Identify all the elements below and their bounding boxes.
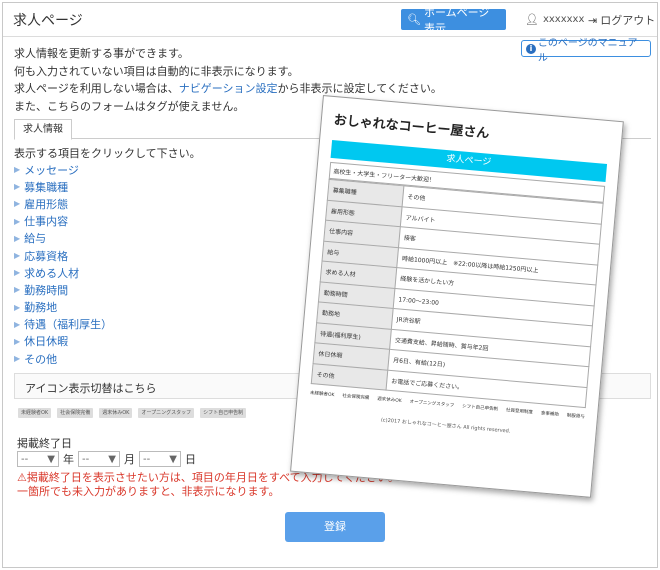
navigation-settings-link[interactable]: ナビゲーション設定 [179,82,278,95]
list-item-work-content[interactable]: ▶ 仕事内容 [14,213,112,230]
day-select[interactable]: -- ▼ [139,451,181,467]
preview-table: 募集職種 その他 雇用形態 アルバイト 仕事内容 接客 給与 時給1000円以上 ※22… [311,179,604,408]
list-item-other[interactable]: ▶ その他 [14,350,112,367]
list-item-holidays[interactable]: ▶ 休日休暇 [14,333,112,350]
logout-icon: ⇥ [588,13,598,27]
arrow-icon: ▶ [14,233,21,243]
top-bar: 求人ページ 🔍︎ ホームページ表示 👤︎ xxxxxxx ⇥ ログアウト [3,3,657,37]
manual-label: このページのマニュアル [537,37,638,64]
user-menu[interactable]: 👤︎ xxxxxxx [525,13,584,26]
logout-button[interactable]: ⇥ ログアウト [588,12,655,28]
username: xxxxxxx [542,14,585,25]
list-item-job-type[interactable]: ▶ 募集職種 [14,178,112,195]
badge-inexperienced-ok[interactable]: 未経験者OK [18,408,52,418]
preview-card: おしゃれなコーヒー屋さん 求人ページ 高校生・大学生・フリーター大歓迎！ 募集職… [290,95,624,498]
badge-weekends-off[interactable]: 週末休みOK [99,408,133,418]
tab-job-info[interactable]: 求人情報 [14,119,72,140]
chevron-down-icon: ▼ [169,453,177,465]
arrow-icon: ▶ [14,302,21,312]
logout-label: ログアウト [600,14,656,27]
arrow-icon: ▶ [14,319,21,329]
list-item-desired-person[interactable]: ▶ 求める人材 [14,264,112,281]
submit-button[interactable]: 登録 [285,512,385,542]
instruction: 表示する項目をクリックして下さい。 [14,147,201,160]
app-frame: 求人ページ 🔍︎ ホームページ表示 👤︎ xxxxxxx ⇥ ログアウト i こ… [2,2,658,568]
arrow-icon: ▶ [14,165,21,175]
arrow-icon: ▶ [14,285,21,295]
list-item-location[interactable]: ▶ 勤務地 [14,299,112,316]
list-item-hours[interactable]: ▶ 勤務時間 [14,281,112,298]
item-list: ▶ メッセージ ▶ 募集職種 ▶ 雇用形態 ▶ 仕事内容 ▶ 給与 ▶ 応募資格 ▶ 求める人… [14,161,112,367]
description-line: 何も入力されていない項目は自動的に非表示になります。 [14,64,299,78]
end-date-label: 掲載終了日 [17,437,72,450]
month-select[interactable]: -- ▼ [78,451,120,467]
description-line: 求人ページを利用しない場合は、ナビゲーション設定から非表示に設定してください。 [14,82,442,95]
homepage-view-button[interactable]: 🔍︎ ホームページ表示 [401,6,506,35]
user-icon: 👤︎ [525,13,539,26]
arrow-icon: ▶ [14,268,21,278]
arrow-icon: ▶ [14,216,21,226]
arrow-icon: ▶ [14,336,21,346]
badge-opening-staff[interactable]: オープニングスタッフ [138,408,195,418]
arrow-icon: ▶ [14,354,21,364]
chevron-down-icon: ▼ [47,453,55,465]
page-title: 求人ページ [13,13,83,29]
info-icon: i [526,43,536,54]
badge-shift-self-report[interactable]: シフト自己申告制 [200,408,247,418]
badge-row: 未経験者OK 社会保険完備 週末休みOK オープニングスタッフ シフト自己申告制 [18,408,247,418]
badge-social-insurance[interactable]: 社会保険完備 [57,408,94,418]
arrow-icon: ▶ [14,199,21,209]
description-line: 求人情報を更新する事ができます。 [14,47,189,60]
arrow-icon: ▶ [14,182,21,192]
chevron-down-icon: ▼ [108,453,116,465]
list-item-message[interactable]: ▶ メッセージ [14,161,112,178]
year-select[interactable]: -- ▼ [17,451,59,467]
homepage-view-label: ホームページ表示 [423,5,490,35]
list-item-qualification[interactable]: ▶ 応募資格 [14,247,112,264]
list-item-salary[interactable]: ▶ 給与 [14,230,112,247]
search-icon: 🔍︎ [407,13,421,26]
manual-link[interactable]: i このページのマニュアル [521,38,651,64]
warning-icon: ⚠ [17,471,27,484]
end-date-row: -- ▼ 年 -- ▼ 月 -- ▼ 日 [17,451,196,467]
arrow-icon: ▶ [14,251,21,261]
list-item-employment[interactable]: ▶ 雇用形態 [14,195,112,212]
list-item-benefits[interactable]: ▶ 待遇（福利厚生） [14,316,112,333]
